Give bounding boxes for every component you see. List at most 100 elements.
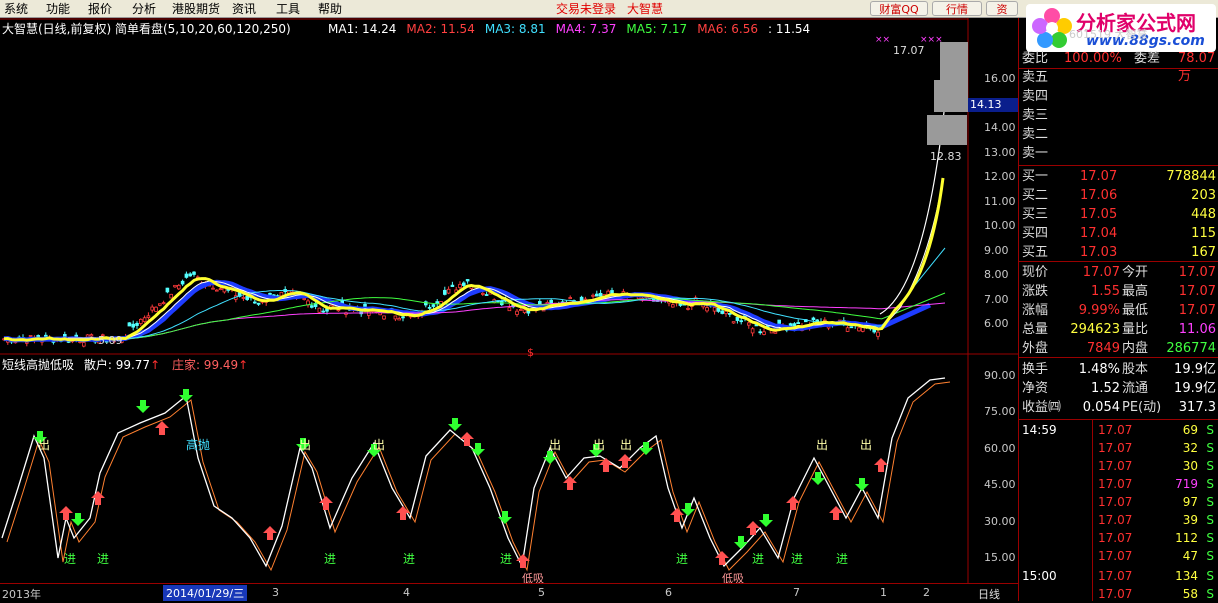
candle-body	[724, 310, 728, 315]
ma1-label: MA1: 14.24	[328, 22, 397, 36]
stat-label: 现价	[1022, 265, 1049, 280]
candle-body	[427, 306, 432, 309]
finance-label: 净资	[1022, 381, 1049, 396]
candle-body	[321, 310, 325, 313]
signal-out: 出	[38, 438, 51, 452]
candle-body	[515, 310, 519, 315]
stat-value: 17.07	[1178, 303, 1216, 318]
quote-panel: 601519 大智慧 委比 100.00% 委差 78.07万 卖五 卖四 卖三…	[1018, 18, 1218, 601]
finance-label: 换手	[1022, 362, 1049, 377]
tick-price: 17.07	[1098, 549, 1133, 563]
stat-label: 外盘	[1022, 341, 1049, 356]
sell2-row: 卖二	[1022, 126, 1216, 144]
selected-date[interactable]: 2014/01/29/三	[163, 585, 248, 601]
candle-body	[728, 312, 732, 315]
stat-row: 外盘 7849 内盘 286774	[1022, 340, 1216, 358]
candle-body	[507, 307, 512, 312]
candle-body	[154, 306, 158, 312]
menu-analysis[interactable]: 分析	[132, 1, 156, 17]
buy-price: 17.04	[1080, 226, 1118, 241]
tick-volume: 47	[1182, 549, 1198, 563]
menu-system[interactable]: 系统	[4, 1, 28, 17]
price-tick: 12.00	[984, 170, 1016, 183]
candle-body	[671, 304, 675, 308]
tick-price: 17.07	[1098, 441, 1133, 455]
candle-body	[127, 322, 132, 327]
candle-body	[173, 284, 177, 288]
kline-canvas[interactable]: ×× ×××	[0, 18, 1018, 583]
finance-value: 19.9亿	[1174, 362, 1216, 377]
ma2-label: MA2: 11.54	[406, 22, 475, 36]
buy-label: 买五	[1022, 245, 1049, 260]
candle-body	[401, 316, 405, 319]
menu-tools[interactable]: 工具	[276, 1, 300, 17]
wealth-qq-button[interactable]: 财富QQ	[870, 1, 928, 16]
tick-side: S	[1206, 441, 1214, 455]
candle-body	[735, 317, 740, 321]
candle-body	[382, 315, 386, 320]
candle-body	[317, 307, 322, 313]
tick-row: 17.07 97 S	[1022, 493, 1216, 511]
sell-arrow-icon	[136, 400, 150, 413]
tick-side: S	[1206, 549, 1214, 563]
candle-body	[135, 322, 139, 326]
candle-body	[28, 335, 33, 337]
candle-body	[519, 309, 523, 311]
ma5-label: MA5: 7.17	[626, 22, 688, 36]
sell5-row: 卖五	[1022, 69, 1216, 87]
menu-quote[interactable]: 报价	[88, 1, 112, 17]
candle-body	[268, 292, 272, 295]
signal-in: 进	[791, 552, 804, 566]
indicator-tick: 45.00	[984, 478, 1016, 492]
menu-hk-futures[interactable]: 港股期货	[172, 1, 220, 17]
low-price-label: 5.09	[98, 334, 123, 347]
tick-time: 14:59	[1022, 423, 1057, 437]
retail-up-arrow: ↑	[150, 358, 161, 372]
kline-title: 大智慧(日线,前复权) 简单看盘(5,10,20,60,120,250)	[2, 22, 291, 36]
buy-volume: 167	[1191, 245, 1216, 260]
buy-volume: 778844	[1166, 169, 1216, 184]
period-label[interactable]: 日线	[978, 586, 1000, 602]
tick-price: 17.07	[1098, 587, 1133, 601]
tick-volume: 39	[1182, 513, 1198, 527]
buy-price: 17.03	[1080, 245, 1118, 260]
info-button[interactable]: 资	[986, 1, 1018, 16]
candle-body	[442, 289, 447, 295]
sell-label: 卖三	[1022, 108, 1049, 123]
tick-row: 15:00 17.07 134 S	[1022, 567, 1216, 585]
menu-news[interactable]: 资讯	[232, 1, 256, 17]
finance-row: 收益㈣ 0.054 PE(动) 317.3	[1022, 399, 1216, 417]
stat-value: 9.99%	[1078, 303, 1120, 318]
stat-value: 17.07	[1178, 284, 1216, 299]
weibi-row: 委比 100.00% 委差 78.07万	[1022, 50, 1216, 84]
candle-body	[180, 280, 185, 285]
candle-body	[773, 331, 778, 334]
finance-row: 换手 1.48% 股本 19.9亿	[1022, 361, 1216, 379]
signal-out: 出	[816, 438, 829, 452]
candle-body	[82, 342, 86, 347]
tick-time: 15:00	[1022, 569, 1057, 583]
ma4-label: MA4: 7.37	[555, 22, 617, 36]
candle-body	[309, 305, 314, 308]
signal-out: 出	[373, 438, 386, 452]
finance-row: 净资 1.52 流通 19.9亿	[1022, 380, 1216, 398]
brand-link[interactable]: 大智慧	[627, 1, 663, 17]
volume-block	[934, 80, 968, 112]
ma3-label: MA3: 8.81	[484, 22, 546, 36]
trade-login-status[interactable]: 交易未登录	[556, 1, 616, 17]
candle-body	[686, 308, 690, 310]
tick-volume: 58	[1182, 587, 1198, 601]
candle-body	[747, 322, 751, 326]
candle-body	[568, 297, 572, 299]
sell-arrow-icon	[471, 443, 485, 456]
stat-row: 总量 294623 量比 11.06	[1022, 321, 1216, 339]
candle-body	[211, 287, 215, 290]
market-button[interactable]: 行情	[932, 1, 982, 16]
price-tick: 13.00	[984, 145, 1016, 159]
menu-function[interactable]: 功能	[46, 1, 70, 17]
candle-body	[758, 331, 762, 334]
stat-label: 最低	[1122, 303, 1149, 318]
candle-body	[161, 302, 166, 305]
indicator-header: 短线高抛低吸 散户: 99.77↑ 庄家: 99.49↑	[2, 358, 248, 372]
menu-help[interactable]: 帮助	[318, 1, 342, 17]
